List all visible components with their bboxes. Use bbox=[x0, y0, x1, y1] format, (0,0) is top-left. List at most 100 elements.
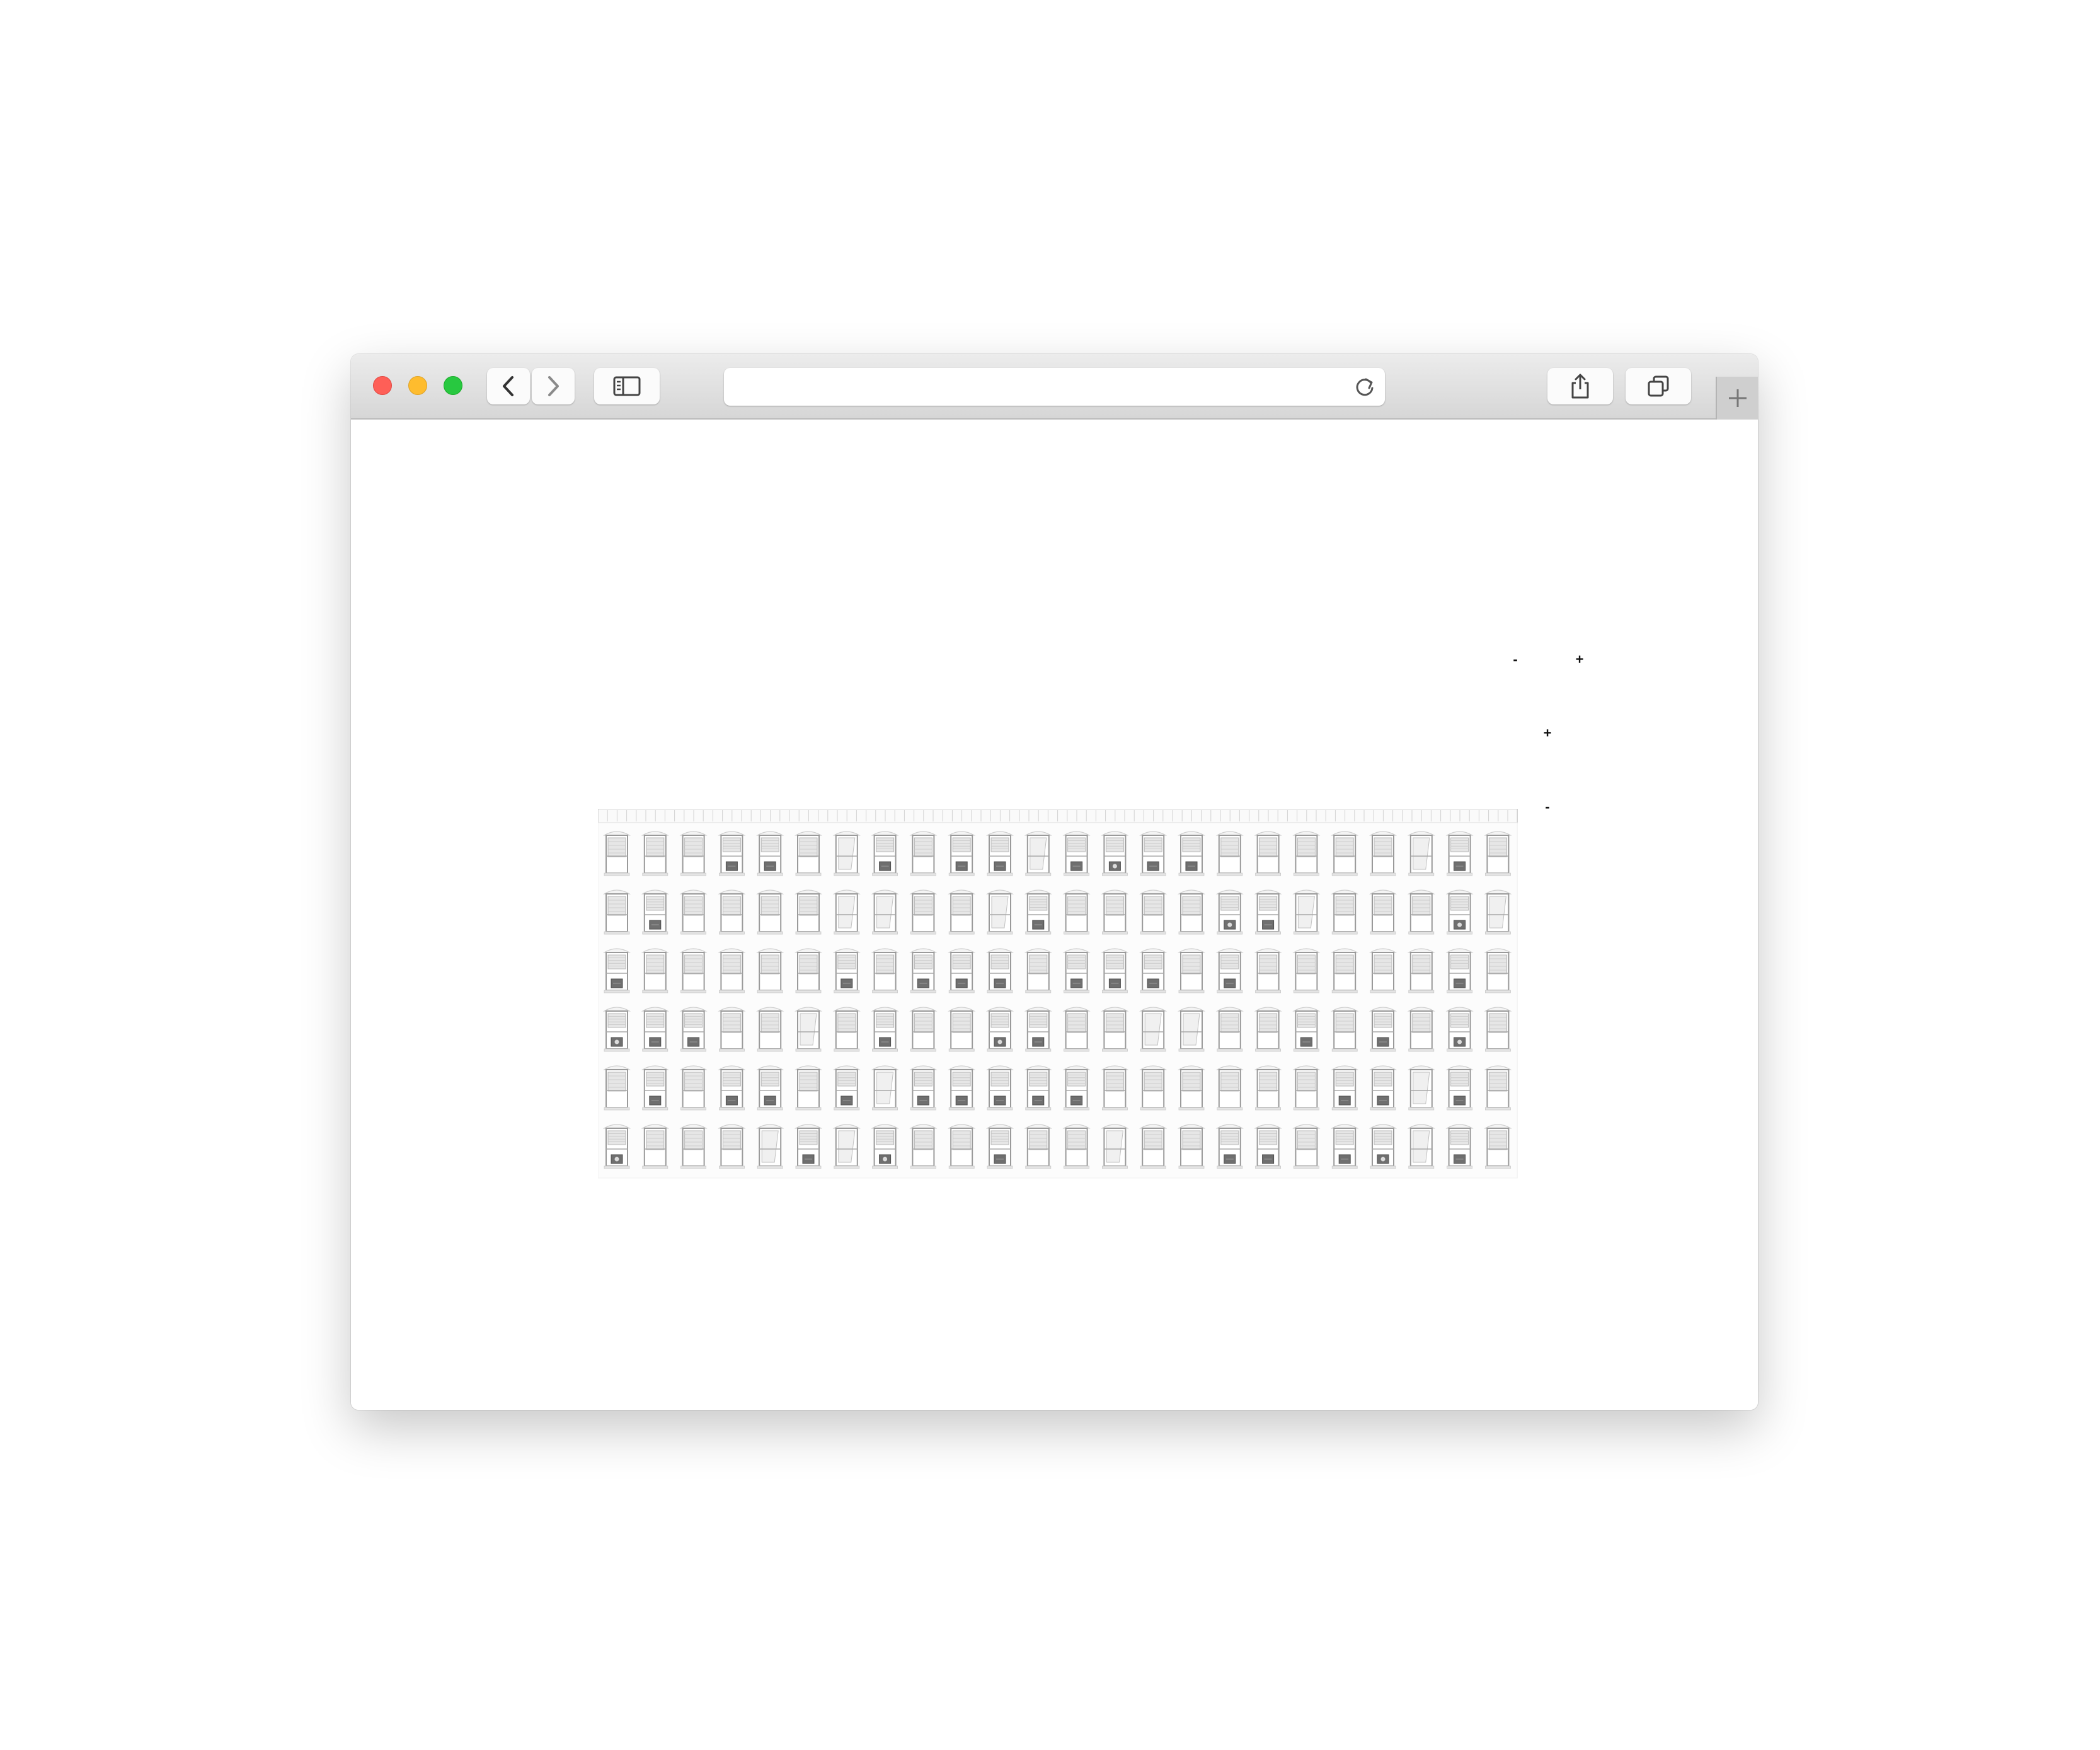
facade-window bbox=[1484, 1124, 1512, 1169]
reload-button[interactable] bbox=[1353, 375, 1376, 401]
sidebar-button[interactable] bbox=[594, 368, 660, 404]
facade-window bbox=[985, 1124, 1014, 1169]
facade-window bbox=[1254, 889, 1282, 935]
facade-window bbox=[1024, 1065, 1052, 1111]
facade-window bbox=[1139, 1065, 1168, 1111]
facade-window bbox=[602, 948, 631, 993]
minimize-window-button[interactable] bbox=[408, 376, 427, 395]
page-content: - + + - bbox=[351, 420, 1758, 1410]
new-tab-button[interactable] bbox=[1716, 377, 1758, 420]
facade-window bbox=[1368, 831, 1397, 876]
facade-window bbox=[1368, 1065, 1397, 1111]
facade-window bbox=[1407, 889, 1435, 935]
facade-window bbox=[602, 1007, 631, 1052]
facade-window bbox=[718, 1065, 746, 1111]
facade-window bbox=[832, 831, 861, 876]
facade-window bbox=[602, 1124, 631, 1169]
facade-window bbox=[794, 1065, 823, 1111]
facade-window bbox=[794, 1124, 823, 1169]
facade-window bbox=[985, 1007, 1014, 1052]
facade-window bbox=[718, 948, 746, 993]
facade-window bbox=[1331, 889, 1359, 935]
facade-window bbox=[1292, 948, 1321, 993]
top-minus-button[interactable]: - bbox=[1506, 653, 1525, 666]
facade-window bbox=[909, 1124, 938, 1169]
facade-window bbox=[1101, 1007, 1129, 1052]
facade-window bbox=[832, 1007, 861, 1052]
facade-window bbox=[985, 948, 1014, 993]
facade-window bbox=[794, 1007, 823, 1052]
side-plus-button[interactable]: + bbox=[1538, 726, 1557, 740]
facade-window bbox=[871, 889, 899, 935]
facade-window bbox=[1215, 1007, 1244, 1052]
facade-window bbox=[832, 889, 861, 935]
facade-window bbox=[1484, 889, 1512, 935]
facade-window bbox=[1331, 1007, 1359, 1052]
facade-window bbox=[1254, 948, 1282, 993]
forward-button[interactable] bbox=[532, 368, 575, 404]
facade-window bbox=[1368, 948, 1397, 993]
facade-window bbox=[832, 948, 861, 993]
facade-window bbox=[1484, 948, 1512, 993]
facade-window bbox=[641, 948, 669, 993]
facade-window bbox=[871, 1007, 899, 1052]
facade-window bbox=[832, 1065, 861, 1111]
facade-window bbox=[1407, 1007, 1435, 1052]
browser-window: - + + - bbox=[351, 354, 1758, 1410]
facade-window bbox=[948, 831, 976, 876]
side-minus-button[interactable]: - bbox=[1538, 800, 1557, 814]
facade-window bbox=[1062, 1124, 1091, 1169]
facade-window bbox=[756, 889, 784, 935]
facade-window bbox=[1407, 1124, 1435, 1169]
back-button[interactable] bbox=[487, 368, 530, 404]
facade-window bbox=[1484, 1065, 1512, 1111]
facade-window bbox=[1062, 948, 1091, 993]
facade-window bbox=[985, 889, 1014, 935]
facade-window bbox=[1215, 948, 1244, 993]
address-bar[interactable] bbox=[724, 368, 1385, 406]
tabs-overview-button[interactable] bbox=[1626, 368, 1691, 404]
facade-window bbox=[1368, 1124, 1397, 1169]
facade-window bbox=[641, 1124, 669, 1169]
facade-window bbox=[1368, 889, 1397, 935]
facade-window bbox=[756, 948, 784, 993]
address-field[interactable] bbox=[739, 378, 1306, 396]
facade-window bbox=[1368, 1007, 1397, 1052]
close-window-button[interactable] bbox=[373, 376, 392, 395]
top-plus-button[interactable]: + bbox=[1570, 653, 1589, 666]
facade-window bbox=[948, 1007, 976, 1052]
facade-window bbox=[718, 831, 746, 876]
facade-window bbox=[832, 1124, 861, 1169]
maximize-window-button[interactable] bbox=[444, 376, 462, 395]
facade-window bbox=[1215, 889, 1244, 935]
facade-window bbox=[1139, 1124, 1168, 1169]
facade-window bbox=[1024, 948, 1052, 993]
facade-window bbox=[1445, 1007, 1474, 1052]
facade-window bbox=[794, 831, 823, 876]
facade-window bbox=[948, 1124, 976, 1169]
facade-window bbox=[871, 948, 899, 993]
facade-window bbox=[602, 889, 631, 935]
facade-window bbox=[1177, 831, 1206, 876]
facade-window bbox=[1177, 1007, 1206, 1052]
facade-window bbox=[909, 1007, 938, 1052]
facade-window bbox=[909, 831, 938, 876]
facade-window bbox=[679, 1007, 708, 1052]
facade-window bbox=[909, 948, 938, 993]
facade-window bbox=[1215, 831, 1244, 876]
chevron-left-icon bbox=[503, 376, 514, 396]
tabs-overview-icon bbox=[1648, 375, 1669, 397]
facade-window bbox=[1139, 948, 1168, 993]
facade-window bbox=[1292, 889, 1321, 935]
facade-window bbox=[794, 889, 823, 935]
facade-window bbox=[1445, 1065, 1474, 1111]
facade-window bbox=[1024, 831, 1052, 876]
facade-window bbox=[1331, 1065, 1359, 1111]
facade-window bbox=[1101, 948, 1129, 993]
facade-window bbox=[1254, 1065, 1282, 1111]
browser-toolbar bbox=[351, 354, 1758, 420]
facade-window bbox=[1215, 1124, 1244, 1169]
facade-window bbox=[756, 1124, 784, 1169]
facade-window bbox=[1139, 1007, 1168, 1052]
share-button[interactable] bbox=[1547, 368, 1613, 404]
